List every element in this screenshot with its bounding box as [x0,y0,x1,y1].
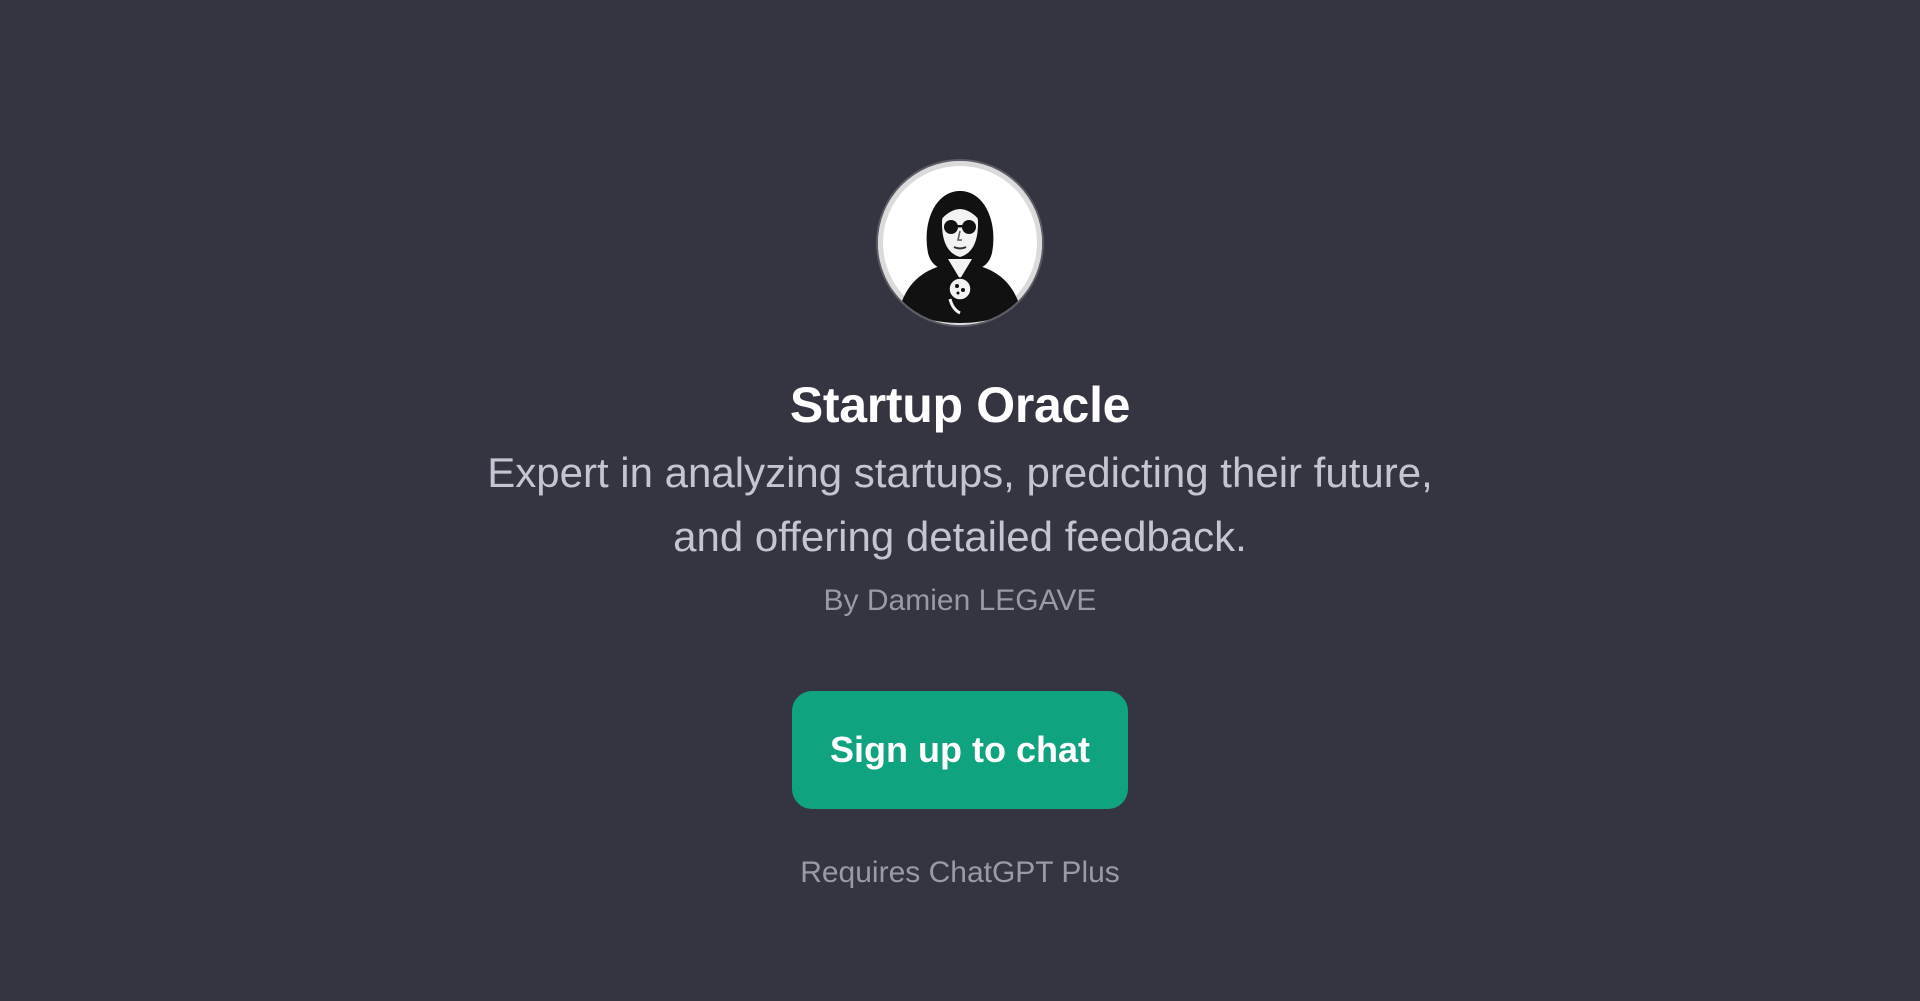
sign-up-to-chat-button[interactable]: Sign up to chat [792,691,1128,809]
gpt-author: By Damien LEGAVE [823,584,1097,617]
gpt-description: Expert in analyzing startups, predicting… [487,449,1433,560]
gpt-title: Startup Oracle [789,377,1131,433]
gpt-landing-page: Startup Oracle Expert in analyzing start… [0,0,1920,1001]
gpt-avatar [878,161,1042,325]
oracle-portrait-icon [884,167,1036,323]
requirement-note: Requires ChatGPT Plus [800,856,1120,889]
